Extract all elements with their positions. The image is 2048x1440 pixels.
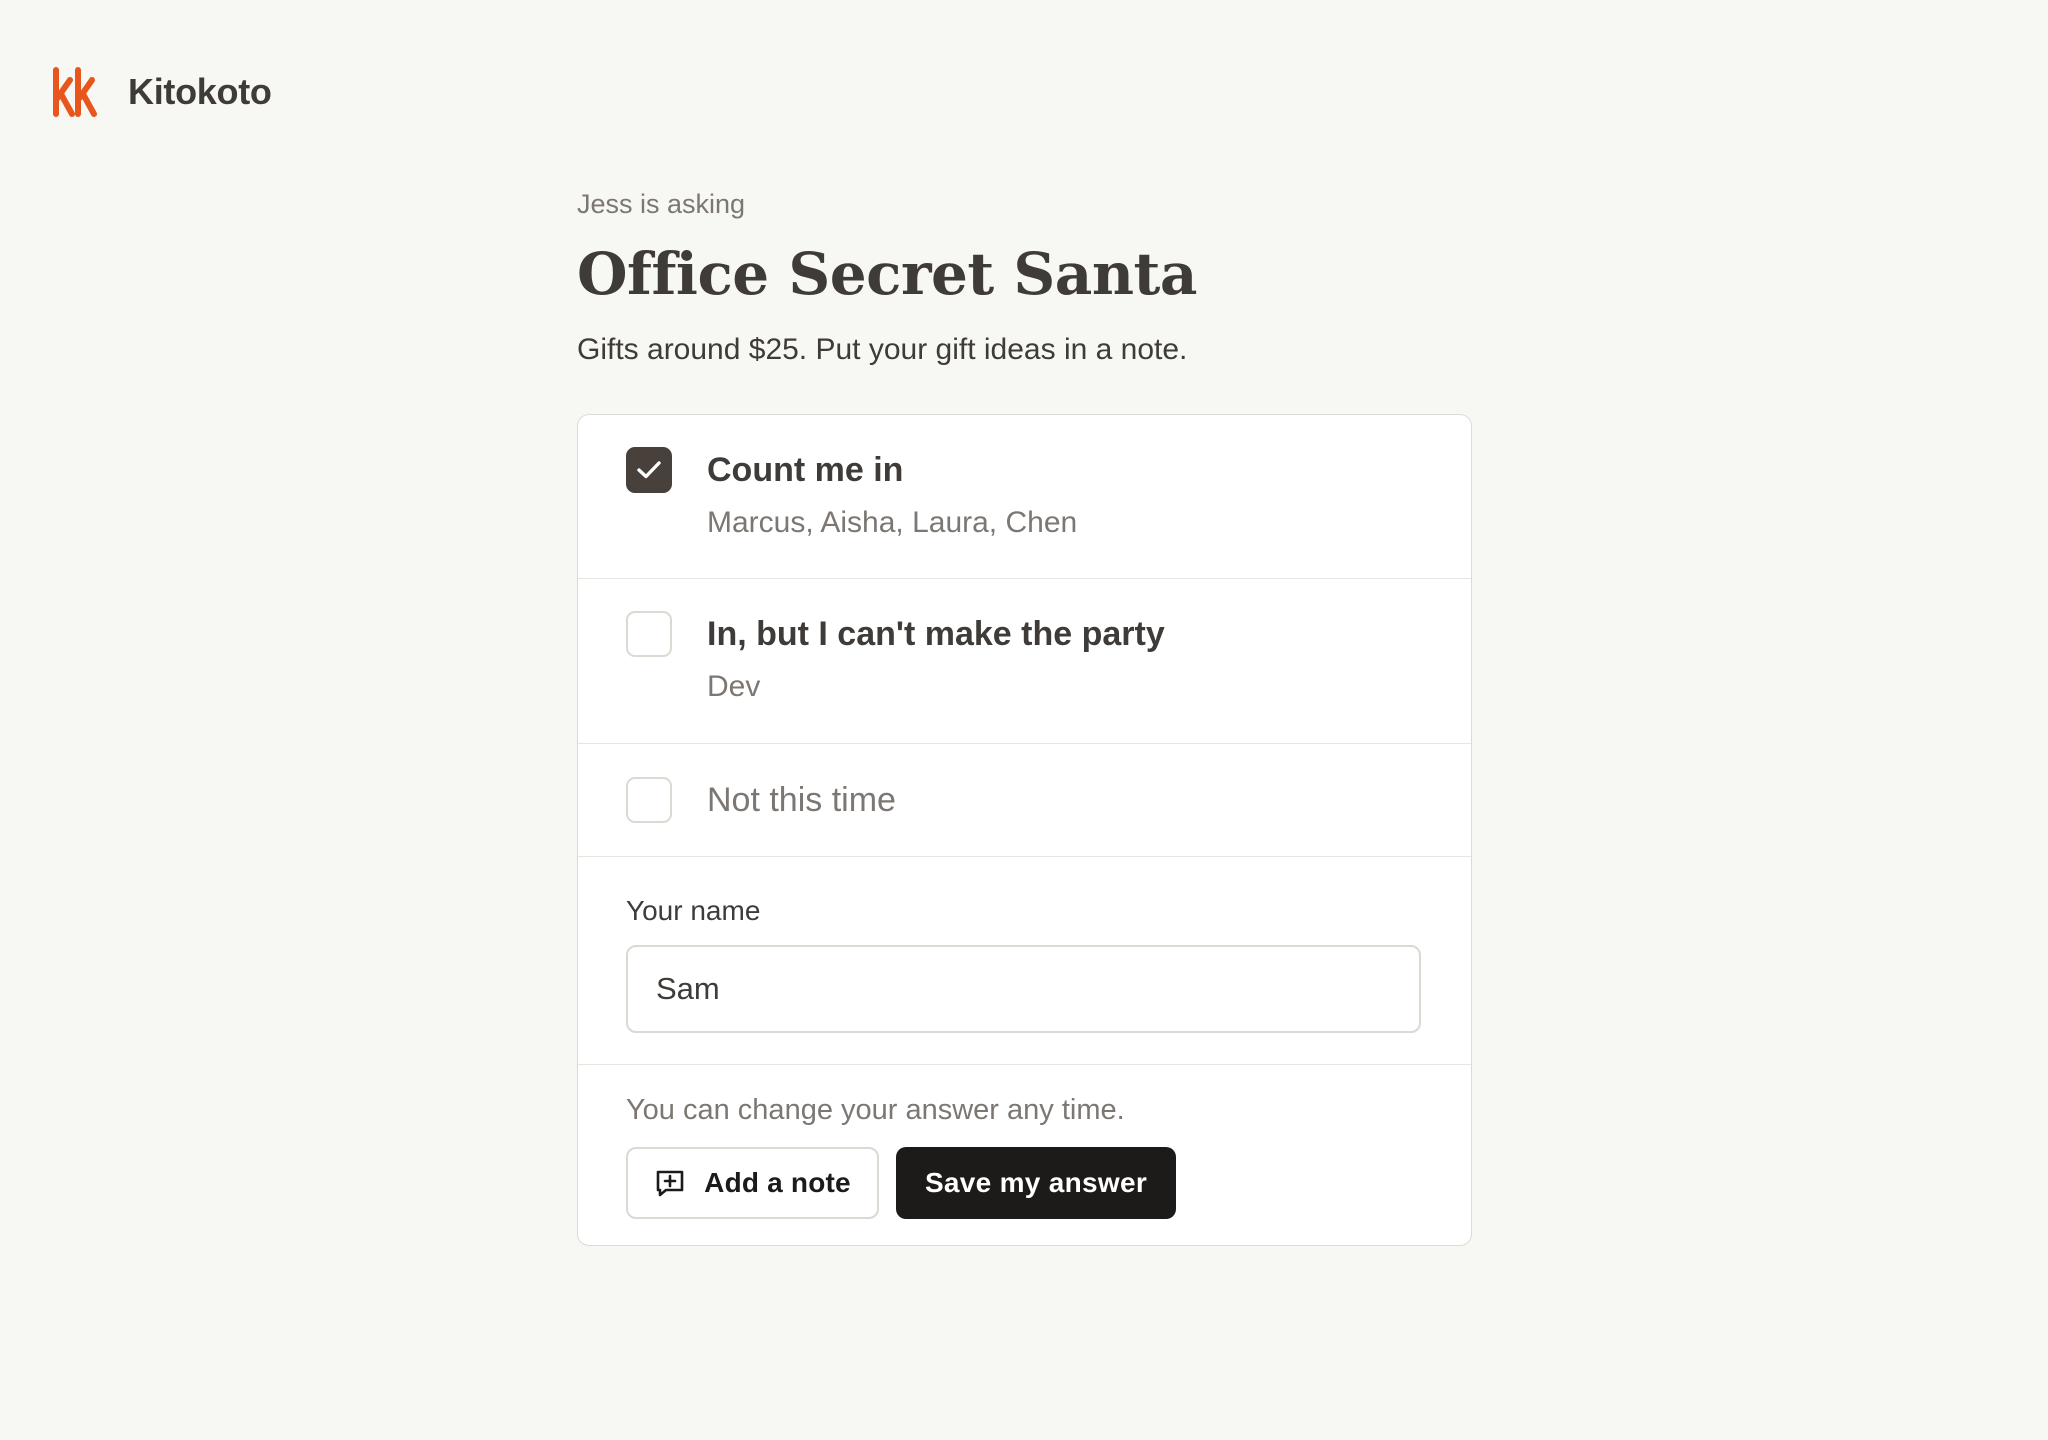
option-not-this-time[interactable]: Not this time xyxy=(578,744,1471,857)
option-checkbox[interactable] xyxy=(626,777,672,823)
option-label: Count me in xyxy=(707,451,904,489)
option-respondents: Marcus, Aisha, Laura, Chen xyxy=(707,506,1078,539)
save-answer-button[interactable]: Save my answer xyxy=(896,1147,1176,1219)
page-title: Office Secret Santa xyxy=(577,240,1197,308)
name-section: Your name xyxy=(578,857,1471,1065)
option-checkbox[interactable] xyxy=(626,611,672,657)
poll-content: Jess is asking Office Secret Santa Gifts… xyxy=(577,186,1472,1246)
option-in-no-party[interactable]: In, but I can't make the party Dev xyxy=(578,579,1471,744)
checkmark-icon xyxy=(637,461,661,479)
card-footer: You can change your answer any time. Add… xyxy=(578,1065,1471,1245)
brand-name: Kitokoto xyxy=(128,71,272,112)
message-plus-icon xyxy=(656,1170,684,1197)
add-note-button[interactable]: Add a note xyxy=(626,1147,879,1219)
add-note-label: Add a note xyxy=(704,1167,851,1198)
poll-asker: Jess is asking xyxy=(577,189,746,219)
poll-description: Gifts around $25. Put your gift ideas in… xyxy=(577,333,1188,366)
kk-logo-icon xyxy=(53,67,97,117)
name-input[interactable] xyxy=(626,945,1421,1033)
save-answer-label: Save my answer xyxy=(924,1167,1148,1198)
response-card: Count me in Marcus, Aisha, Laura, Chen I… xyxy=(577,414,1472,1246)
option-label: Not this time xyxy=(707,781,896,819)
option-count-me-in[interactable]: Count me in Marcus, Aisha, Laura, Chen xyxy=(578,415,1471,579)
option-respondents: Dev xyxy=(707,670,761,703)
change-answer-hint: You can change your answer any time. xyxy=(626,1094,1125,1126)
brand[interactable]: Kitokoto xyxy=(52,64,272,120)
name-label: Your name xyxy=(626,895,761,926)
option-label: In, but I can't make the party xyxy=(707,615,1165,653)
option-checkbox-checked[interactable] xyxy=(626,447,672,493)
